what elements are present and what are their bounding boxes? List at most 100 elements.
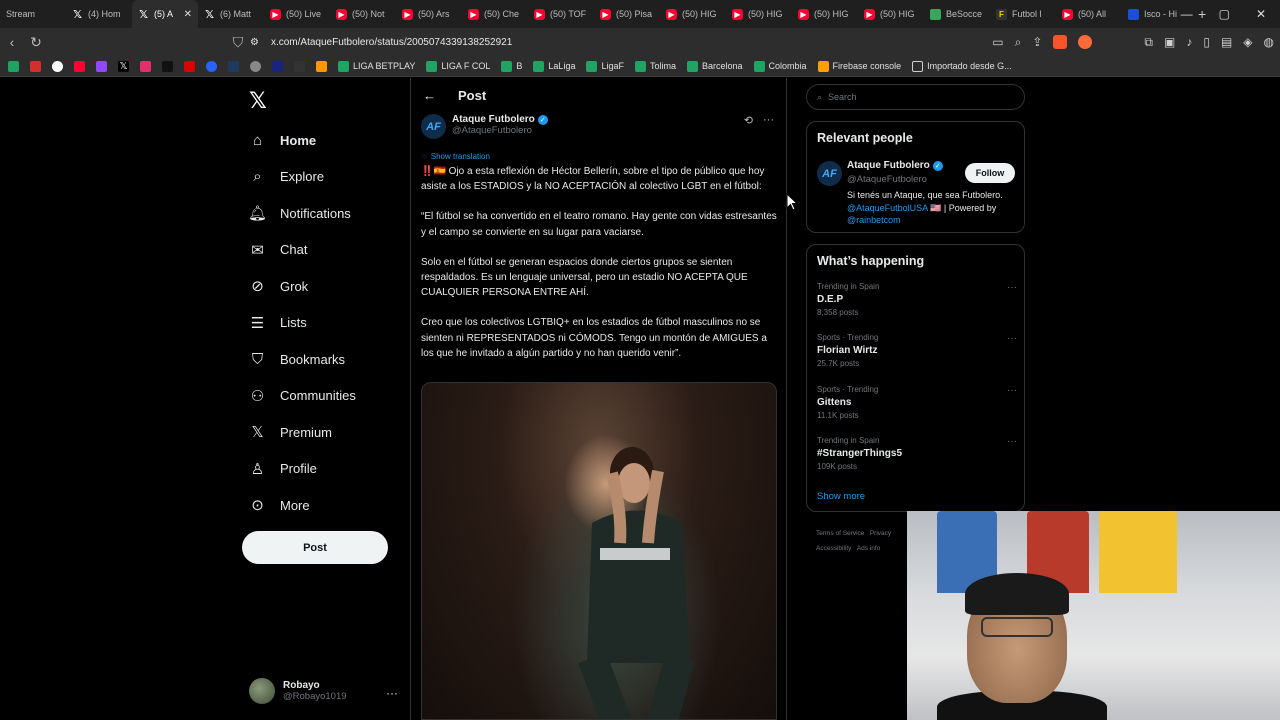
tiktok-bookmark-icon[interactable] xyxy=(162,60,173,72)
x-bookmark-icon[interactable]: 𝕏 xyxy=(118,60,129,72)
screen-icon[interactable]: ▭ xyxy=(992,35,1003,49)
bookmark-icon-1[interactable] xyxy=(30,60,41,72)
vpn-icon[interactable]: ◈ xyxy=(1243,35,1252,49)
nav-item-bookmarks[interactable]: ⛉ Bookmarks xyxy=(249,341,356,378)
bookmark-item[interactable]: LIGA F COL xyxy=(426,60,490,72)
bookmark-item[interactable]: LIGA BETPLAY xyxy=(338,60,415,72)
bookmark-item[interactable]: Barcelona xyxy=(686,60,743,72)
share-icon[interactable]: ⇪ xyxy=(1032,35,1042,49)
person-name-row[interactable]: Ataque Futbolero ✓ xyxy=(847,160,943,171)
instagram-bookmark-icon[interactable] xyxy=(140,60,151,72)
bookmark-icon-3[interactable] xyxy=(184,60,195,72)
footer-link[interactable]: Accessibility xyxy=(816,545,851,552)
nav-item-grok[interactable]: ⊘ Grok xyxy=(249,268,356,305)
bookmark-item[interactable]: Colombia xyxy=(753,60,807,72)
post-author[interactable]: AF Ataque Futbolero ✓ @AtaqueFutbolero xyxy=(421,114,548,139)
browser-tab[interactable]: Stream xyxy=(0,0,66,28)
nav-item-chat[interactable]: ✉ Chat xyxy=(249,232,356,269)
browser-tab[interactable]: ▶ (50) Not xyxy=(330,0,396,28)
url-text[interactable]: x.com/AtaqueFutbolero/status/20050743391… xyxy=(271,37,512,48)
browser-tab[interactable]: BeSocce xyxy=(924,0,990,28)
bookmark-item[interactable]: LaLiga xyxy=(533,60,575,72)
trend-more-icon[interactable]: ··· xyxy=(1007,282,1017,293)
person-name[interactable]: Ataque Futbolero xyxy=(847,160,930,171)
bookmark-item[interactable]: B xyxy=(501,60,522,72)
show-more-link[interactable]: Show more xyxy=(817,491,865,502)
browser-tab[interactable]: ▶ (50) TOF xyxy=(528,0,594,28)
bookmark-item[interactable]: LigaF xyxy=(586,60,624,72)
author-name[interactable]: Ataque Futbolero xyxy=(452,114,535,125)
grok-analyze-icon[interactable]: ⟲ xyxy=(744,114,753,127)
nav-item-home[interactable]: ⌂ Home xyxy=(249,122,356,159)
nav-item-explore[interactable]: ⌕ Explore xyxy=(249,159,356,196)
browser-tab[interactable]: ▶ (50) Live xyxy=(264,0,330,28)
person-avatar[interactable]: AF xyxy=(817,161,842,186)
bookmark-page-icon[interactable]: ⛉ xyxy=(226,34,250,51)
back-arrow-icon[interactable]: ← xyxy=(423,88,436,103)
post-image[interactable] xyxy=(421,382,777,720)
bio-link[interactable]: @rainbetcom xyxy=(847,215,901,225)
compose-post-button[interactable]: Post xyxy=(242,531,388,564)
trend-more-icon[interactable]: ··· xyxy=(1007,385,1017,396)
browser-tab[interactable]: 𝕏 (4) Hom xyxy=(66,0,132,28)
browser-tab[interactable]: ▶ (50) Che xyxy=(462,0,528,28)
nav-item-lists[interactable]: ☰ Lists xyxy=(249,305,356,342)
author-name-row[interactable]: Ataque Futbolero ✓ xyxy=(452,114,548,125)
sidebar-icon[interactable]: ▯ xyxy=(1203,35,1210,49)
wallet-icon[interactable]: ▤ xyxy=(1221,35,1232,49)
browser-tab[interactable]: ▶ (50) Pisa xyxy=(594,0,660,28)
nav-item-communities[interactable]: ⚇ Communities xyxy=(249,378,356,415)
tab-groups-icon[interactable]: ▣ xyxy=(1164,35,1175,49)
nav-item-profile[interactable]: ♙ Profile xyxy=(249,451,356,488)
apps-grid-icon[interactable] xyxy=(8,60,19,72)
media-icon[interactable]: ♪ xyxy=(1186,35,1192,49)
close-window-icon[interactable]: ✕ xyxy=(1256,7,1266,21)
browser-tab[interactable]: ▶ (50) HIG xyxy=(858,0,924,28)
trend-more-icon[interactable]: ··· xyxy=(1007,436,1017,447)
nav-item-premium[interactable]: 𝕏 Premium xyxy=(249,414,356,451)
trend-item[interactable]: Sports · Trending Gittens 11.1K posts ··… xyxy=(817,385,1017,420)
follow-button[interactable]: Follow xyxy=(965,163,1015,183)
trend-item[interactable]: Trending in Spain D.E.P 8,358 posts ··· xyxy=(817,282,1017,317)
author-handle[interactable]: @AtaqueFutbolero xyxy=(452,125,548,136)
bookmark-icon-8[interactable] xyxy=(294,60,305,72)
footer-link[interactable]: Privacy xyxy=(870,530,891,537)
browser-tab[interactable]: 𝕏 (5) A ✕ xyxy=(132,0,198,28)
bio-link[interactable]: @AtaqueFutbolUSA xyxy=(847,203,928,213)
browser-tab[interactable]: F Futbol l xyxy=(990,0,1056,28)
person-handle[interactable]: @AtaqueFutbolero xyxy=(847,174,927,185)
bookmark-icon-9[interactable] xyxy=(316,60,327,72)
site-info-icon[interactable]: ⚙ xyxy=(250,37,259,48)
brave-shield-icon[interactable] xyxy=(1053,35,1068,49)
nav-item-more[interactable]: ⊙ More xyxy=(249,487,356,524)
browser-tab[interactable]: ▶ (50) HIG xyxy=(792,0,858,28)
bookmark-item[interactable]: Tolima xyxy=(634,60,676,72)
brave-rewards-icon[interactable] xyxy=(1078,35,1093,49)
nav-item-notifications[interactable]: 🔔︎ Notifications xyxy=(248,195,356,232)
show-translation-link[interactable]: ◌ Show translation xyxy=(422,152,490,161)
search-input[interactable]: ⌕ Search xyxy=(806,84,1025,110)
minimize-icon[interactable]: — xyxy=(1181,7,1193,21)
browser-tab[interactable]: ▶ (50) All xyxy=(1056,0,1122,28)
back-icon[interactable]: ‹ xyxy=(0,34,24,50)
bookmark-icon-2[interactable] xyxy=(52,60,63,72)
trend-item[interactable]: Trending in Spain #StrangerThings5 109K … xyxy=(817,436,1017,471)
extensions-icon[interactable]: ⧉ xyxy=(1144,35,1153,50)
bookmark-icon-6[interactable] xyxy=(250,60,261,72)
browser-tab[interactable]: Isco - Hi xyxy=(1122,0,1188,28)
browser-tab[interactable]: ▶ (50) HIG xyxy=(726,0,792,28)
bookmark-icon-5[interactable] xyxy=(228,60,239,72)
trend-item[interactable]: Sports · Trending Florian Wirtz 25.7K po… xyxy=(817,333,1017,368)
account-switcher[interactable]: Robayo @Robayo1019 xyxy=(249,678,347,704)
browser-tab[interactable]: ▶ (50) HIG xyxy=(660,0,726,28)
bookmark-item[interactable]: Importado desde G... xyxy=(912,60,1012,72)
trend-more-icon[interactable]: ··· xyxy=(1007,333,1017,344)
account-more-icon[interactable]: ··· xyxy=(386,686,398,700)
author-avatar[interactable]: AF xyxy=(421,114,446,139)
footer-link[interactable]: Terms of Service xyxy=(816,530,864,537)
twitch-bookmark-icon[interactable] xyxy=(96,60,107,72)
bookmark-icon-7[interactable] xyxy=(272,60,283,72)
bookmark-icon-4[interactable] xyxy=(206,60,217,72)
url-field[interactable]: ⚙ x.com/AtaqueFutbolero/status/200507433… xyxy=(250,32,512,52)
reload-icon[interactable]: ↻ xyxy=(24,34,48,51)
